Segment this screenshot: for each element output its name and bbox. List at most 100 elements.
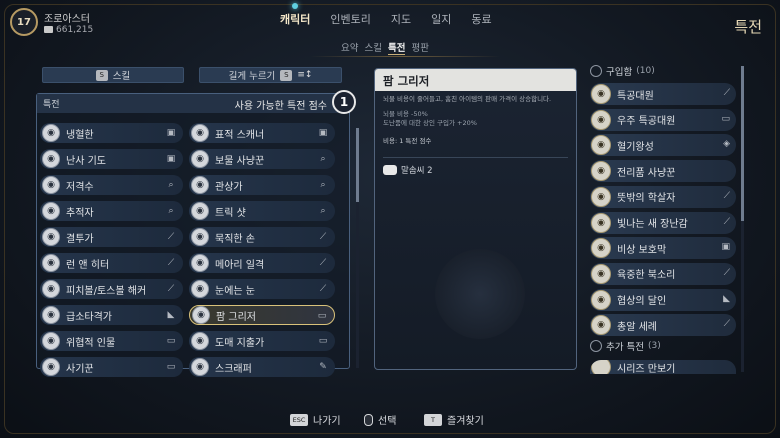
purchased-item[interactable]: ◉ 비상 보호막 ▣: [590, 237, 736, 260]
purchased-item[interactable]: ◉ 협상의 달인 ◣: [590, 288, 736, 311]
perk-item[interactable]: ◉ 위협적 인물 ▭: [40, 331, 183, 351]
purchased-title: 구입함: [606, 67, 633, 78]
extra-count: (3): [647, 341, 661, 351]
perk-icon: ◉: [191, 332, 209, 350]
player-credits: 661,215: [44, 25, 93, 35]
subtab-summary[interactable]: 요약: [341, 40, 358, 55]
t-key-icon: T: [424, 413, 442, 426]
perk-detail-title: 팜 그리저: [375, 69, 576, 91]
perk-icon: ◉: [42, 306, 60, 324]
purchased-item[interactable]: ◉ 혈기왕성 ◈: [590, 134, 736, 157]
blade-icon: ⟋: [723, 216, 730, 227]
perk-label: 보물 사냥꾼: [215, 155, 265, 167]
purchased-item[interactable]: ◉ 전리품 사냥꾼: [590, 160, 736, 183]
tab-map[interactable]: 지도: [391, 11, 411, 27]
purchased-label: 비상 보호막: [617, 244, 667, 256]
perk-item[interactable]: ◉ 피치볼/토스볼 해커 ⟋: [40, 279, 183, 299]
perk-list-scrollbar[interactable]: [356, 128, 359, 368]
subtab-skills[interactable]: 스킬: [364, 40, 381, 55]
perk-item[interactable]: ◉ 추적자 ⌕: [40, 201, 183, 221]
magnify-icon: ⌕: [320, 154, 326, 164]
perk-icon: ◉: [42, 332, 60, 350]
perk-item[interactable]: ◉ 표적 스캐너 ▣: [189, 123, 335, 143]
perk-icon: ◉: [591, 289, 611, 310]
perk-item[interactable]: ◉ 급소타격가 ◣: [40, 305, 183, 325]
perks-screen: 17 조로아스터 661,215 캐릭터 인벤토리 지도 일지 동료 요약 스킬…: [0, 0, 780, 438]
select-label: 선택: [378, 416, 397, 427]
subtab-reputation[interactable]: 평판: [411, 40, 428, 55]
perk-label: 사기꾼: [66, 363, 94, 375]
skill-filter-label: 스킬: [112, 71, 131, 82]
perk-item[interactable]: ◉ 눈에는 눈 ⟋: [189, 279, 335, 299]
scroll-thumb[interactable]: [741, 66, 744, 221]
blade-icon: ⟋: [319, 284, 327, 294]
perk-item[interactable]: ◉ 관상가 ⌕: [189, 175, 335, 195]
blade-icon: ⟋: [167, 258, 175, 268]
perk-item[interactable]: ◉ 결투가 ⟋: [40, 227, 183, 247]
purchased-item[interactable]: ◉ 총알 세례 ⟋: [590, 314, 736, 337]
tab-character[interactable]: 캐릭터: [280, 3, 310, 27]
perk-item[interactable]: ◉ 메아리 일격 ⟋: [189, 253, 335, 273]
purchased-label: 우주 특공대원: [617, 116, 676, 128]
purchased-item[interactable]: ◉ 우주 특공대원 ▭: [590, 108, 736, 131]
perk-item[interactable]: ◉ 난사 기도 ▣: [40, 149, 183, 169]
perk-label: 런 앤 히터: [66, 259, 110, 271]
perk-item[interactable]: ◉ 런 앤 히터 ⟋: [40, 253, 183, 273]
perk-item[interactable]: ◉ 묵직한 손 ⟋: [189, 227, 335, 247]
extra-item[interactable]: 시리즈 만보기: [590, 360, 736, 374]
chat-icon: ▭: [318, 336, 328, 346]
purchased-item[interactable]: ◉ 뜻밖의 학살자 ⟋: [590, 185, 736, 208]
purchased-scrollbar[interactable]: [741, 66, 744, 372]
blade-icon: ⟋: [319, 232, 327, 242]
skill-filter-button[interactable]: S 스킬: [42, 67, 184, 83]
perk-description: 뇌물 비용이 줄어들고, 훔친 아이템의 판매 가격이 상승합니다.: [383, 95, 552, 103]
tab-journal[interactable]: 일지: [431, 11, 451, 27]
perk-requirement: 말솜씨 2: [375, 158, 576, 182]
page-title: 특전: [734, 18, 762, 36]
perk-item[interactable]: ◉ 저격수 ⌕: [40, 175, 183, 195]
perk-icon: ◉: [591, 135, 611, 156]
perk-item[interactable]: ◉ 팜 그리저 ▭: [189, 305, 335, 325]
perk-item[interactable]: ◉ 보물 사냥꾼 ⌕: [189, 149, 335, 169]
subtabs-divider: [310, 56, 500, 57]
perk-label: 팜 그리저: [216, 311, 256, 323]
perk-list-title: 특전: [43, 100, 60, 110]
exit-button[interactable]: ESC 나가기: [290, 412, 341, 427]
perk-label: 도매 지출가: [215, 337, 265, 349]
credits-value: 661,215: [56, 24, 94, 35]
purchased-item[interactable]: ◉ 빛나는 새 장난감 ⟋: [590, 211, 736, 234]
tab-inventory[interactable]: 인벤토리: [330, 11, 370, 27]
extra-item-label: 시리즈 만보기: [617, 363, 676, 375]
perk-item[interactable]: ◉ 스크래퍼 ✎: [189, 357, 335, 377]
tab-companions[interactable]: 동료: [471, 11, 491, 27]
purchased-item[interactable]: ◉ 특공대원 ⟋: [590, 83, 736, 105]
perk-detail-panel: 팜 그리저 뇌물 비용이 줄어들고, 훔친 아이템의 판매 가격이 상승합니다.…: [374, 68, 577, 370]
perk-label: 표적 스캐너: [215, 129, 265, 141]
shoe-icon: ◣: [723, 293, 730, 304]
perk-label: 묵직한 손: [215, 233, 255, 245]
subtab-perks[interactable]: 특전: [387, 40, 406, 55]
scroll-thumb[interactable]: [356, 128, 359, 202]
heal-icon: ◈: [723, 139, 730, 150]
perk-item[interactable]: ◉ 사기꾼 ▭: [40, 357, 183, 377]
perk-item[interactable]: ◉ 도매 지출가 ▭: [189, 331, 335, 351]
perk-effect-2: 도난품에 대한 상인 구입가 +20%: [383, 118, 477, 127]
perk-item[interactable]: ◉ 트릭 샷 ⌕: [189, 201, 335, 221]
perk-icon: ◉: [191, 254, 209, 272]
sort-icon: ≡↕: [297, 70, 313, 80]
select-button[interactable]: 선택: [364, 412, 396, 427]
perk-item[interactable]: ◉ 냉혈한 ▣: [40, 123, 183, 143]
perk-label: 저격수: [66, 181, 94, 193]
purchased-item[interactable]: ◉ 육중한 북소리 ⟋: [590, 262, 736, 285]
perk-icon: ◉: [591, 263, 611, 284]
blade-icon: ⟋: [167, 232, 175, 242]
main-tabs: 캐릭터 인벤토리 지도 일지 동료: [280, 3, 492, 27]
perk-label: 냉혈한: [66, 129, 94, 141]
favorite-button[interactable]: T 즐겨찾기: [424, 412, 484, 427]
perk-label: 메아리 일격: [215, 259, 265, 271]
magnify-icon: ⌕: [168, 206, 174, 216]
perk-label: 피치볼/토스볼 해커: [66, 285, 147, 297]
hold-sort-button[interactable]: 길게 누르기 S ≡↕: [199, 67, 342, 83]
favorite-label: 즐겨찾기: [447, 416, 484, 427]
magnify-icon: ⌕: [320, 180, 326, 190]
